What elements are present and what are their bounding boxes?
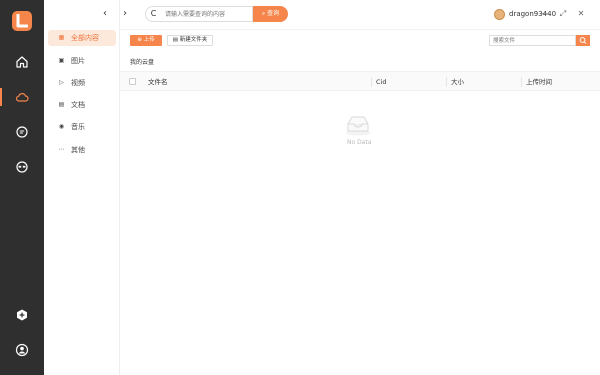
maximize-icon[interactable]: ⤢ xyxy=(558,8,568,20)
search-icon xyxy=(579,37,587,44)
minimize-icon[interactable]: — xyxy=(540,8,550,20)
file-search-input[interactable] xyxy=(489,35,576,46)
breadcrumb[interactable]: 我的云盘 xyxy=(130,57,154,66)
category-label: 其他 xyxy=(71,146,85,154)
column-header-size[interactable]: 大小 xyxy=(451,72,464,92)
chat-icon[interactable] xyxy=(0,120,44,144)
back-arrow-icon[interactable]: ‹ xyxy=(100,8,110,20)
category-all[interactable]: ▦ 全部内容 xyxy=(48,30,116,46)
column-header-upload-time[interactable]: 上传时间 xyxy=(526,72,552,92)
category-music[interactable]: ◉ 音乐 xyxy=(48,119,116,135)
column-divider xyxy=(371,77,372,87)
user-profile-icon[interactable] xyxy=(0,338,44,362)
new-folder-icon: ▤ xyxy=(172,37,178,43)
music-icon: ◉ xyxy=(58,123,65,130)
file-toolbar: ⊕ 上传 ▤ 新建文件夹 xyxy=(120,29,600,51)
category-label: 图片 xyxy=(71,57,85,65)
column-divider xyxy=(521,77,522,87)
category-label: 全部内容 xyxy=(71,34,99,42)
search-bar: C ⌕ 查询 xyxy=(145,6,288,22)
glasses-icon[interactable] xyxy=(0,155,44,179)
search-button-label: 查询 xyxy=(267,10,280,17)
add-plugin-icon[interactable] xyxy=(0,303,44,327)
empty-inbox-icon xyxy=(344,114,372,138)
category-sidebar: ▦ 全部内容 ▣ 图片 ▷ 视频 ▤ 文档 ◉ 音乐 ⋯ 其他 xyxy=(44,0,120,375)
image-icon: ▣ xyxy=(58,57,65,64)
document-icon: ▤ xyxy=(58,101,65,108)
select-all-checkbox[interactable] xyxy=(129,78,136,85)
upload-button[interactable]: ⊕ 上传 xyxy=(130,35,162,46)
top-bar: ‹ › C ⌕ 查询 dragon93440 — ⤢ ✕ xyxy=(103,0,600,29)
grid-icon: ▦ xyxy=(58,34,65,41)
table-header: 文件名 Cid 大小 上传时间 xyxy=(120,71,600,91)
video-icon: ▷ xyxy=(59,79,64,86)
app-logo xyxy=(12,11,32,31)
column-divider xyxy=(446,77,447,87)
search-button[interactable]: ⌕ 查询 xyxy=(253,6,288,22)
close-icon[interactable]: ✕ xyxy=(576,8,586,20)
refresh-button[interactable]: C xyxy=(145,6,161,22)
category-others[interactable]: ⋯ 其他 xyxy=(48,142,116,158)
file-search-button[interactable] xyxy=(576,35,590,46)
category-videos[interactable]: ▷ 视频 xyxy=(48,75,116,91)
search-icon: ⌕ xyxy=(261,10,266,17)
category-label: 视频 xyxy=(71,79,85,87)
avatar xyxy=(494,8,505,20)
column-header-cid[interactable]: Cid xyxy=(376,72,386,92)
upload-button-label: 上传 xyxy=(143,37,155,43)
search-input[interactable] xyxy=(161,6,253,22)
new-folder-label: 新建文件夹 xyxy=(179,37,208,43)
new-folder-button[interactable]: ▤ 新建文件夹 xyxy=(167,35,213,46)
app-rail xyxy=(0,0,44,375)
empty-state-text: No Data xyxy=(347,139,372,146)
category-documents[interactable]: ▤ 文档 xyxy=(48,97,116,113)
category-label: 文档 xyxy=(71,101,85,109)
upload-icon: ⊕ xyxy=(137,37,142,43)
category-label: 音乐 xyxy=(71,123,85,131)
forward-arrow-icon[interactable]: › xyxy=(120,8,130,20)
cloud-icon[interactable] xyxy=(0,85,44,109)
home-icon[interactable] xyxy=(0,50,44,74)
more-icon: ⋯ xyxy=(58,146,65,153)
category-images[interactable]: ▣ 图片 xyxy=(48,53,116,69)
column-header-filename[interactable]: 文件名 xyxy=(148,72,168,92)
